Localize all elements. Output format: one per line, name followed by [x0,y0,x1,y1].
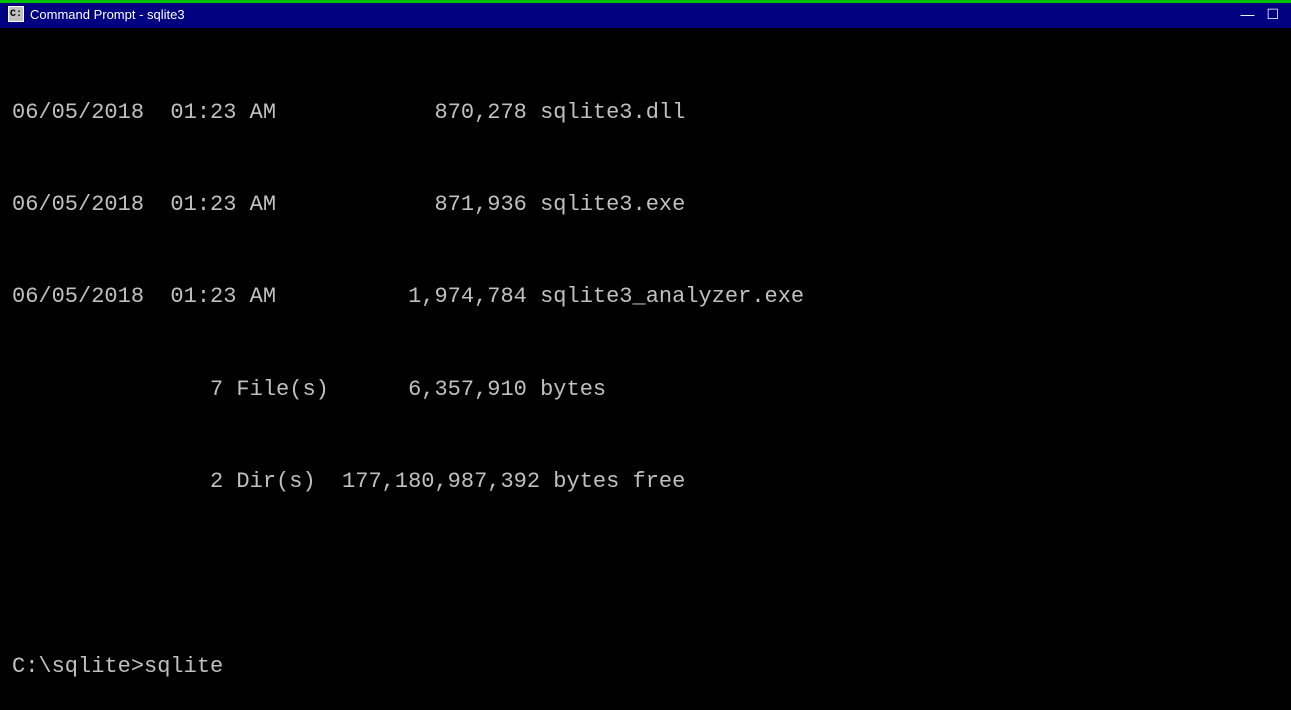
app-icon-text: C: [10,9,22,20]
title-bar: C: Command Prompt - sqlite3 — ☐ [0,0,1291,28]
console-line-3: 06/05/2018 01:23 AM 1,974,784 sqlite3_an… [12,282,1279,313]
maximize-button[interactable]: ☐ [1262,6,1283,23]
minimize-button[interactable]: — [1236,6,1258,22]
console-line-2: 06/05/2018 01:23 AM 871,936 sqlite3.exe [12,190,1279,221]
window-title: Command Prompt - sqlite3 [30,7,185,22]
window-controls: — ☐ [1236,6,1283,23]
green-top-bar [0,0,1291,3]
app-icon: C: [8,6,24,22]
console-line-1: 06/05/2018 01:23 AM 870,278 sqlite3.dll [12,98,1279,129]
console-line-4: 7 File(s) 6,357,910 bytes [12,375,1279,406]
title-bar-left: C: Command Prompt - sqlite3 [8,6,185,22]
console-blank-1 [12,560,1279,591]
console-line-7: C:\sqlite>sqlite [12,652,1279,683]
console-output: 06/05/2018 01:23 AM 870,278 sqlite3.dll … [0,28,1291,710]
console-line-5: 2 Dir(s) 177,180,987,392 bytes free [12,467,1279,498]
